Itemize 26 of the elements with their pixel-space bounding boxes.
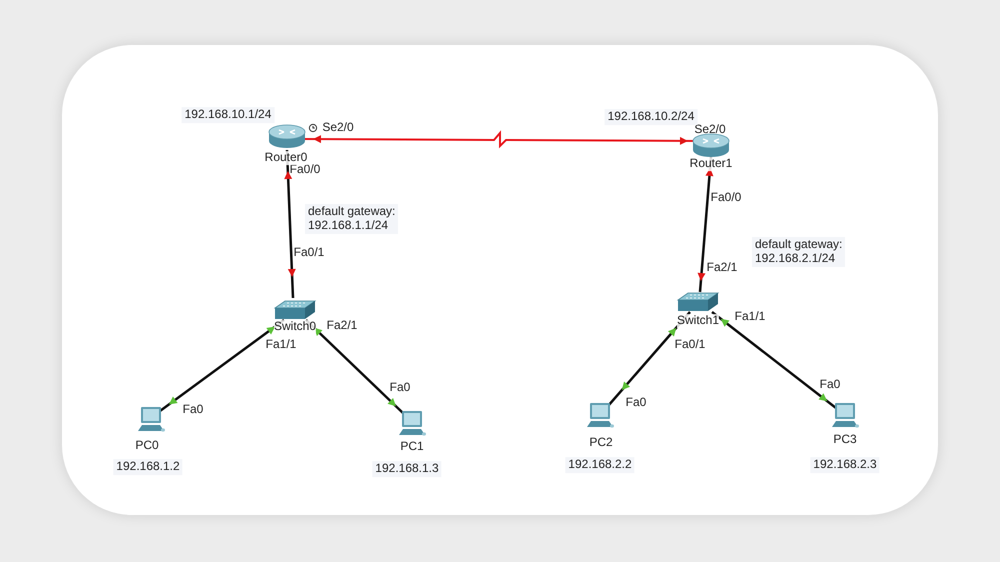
port-label: Fa0 [182,403,204,417]
ip-address-label: 192.168.10.1/24 [182,107,274,123]
device-label: Switch1 [676,314,720,328]
port-label: Fa0 [390,381,410,395]
port-label: Fa2/1 [706,261,738,275]
ip-address-label: 192.168.2.2 [565,457,635,473]
port-label: Fa2/1 [326,319,358,333]
device-label: Switch0 [274,320,316,334]
port-label: Fa0/1 [294,246,324,260]
port-label: Fa0/0 [710,191,742,205]
gateway-note: default gateway: 192.168.1.1/24 [305,204,398,234]
ip-address-label: 192.168.1.2 [113,459,183,475]
ip-address-label: 192.168.10.2/24 [604,109,698,125]
port-label: Fa0 [626,396,646,410]
gateway-note: default gateway: 192.168.2.1/24 [752,237,846,267]
port-label: Se2/0 [694,123,726,137]
port-label: Fa0/0 [290,163,320,177]
port-label: Fa0 [820,378,840,392]
device-label: Router0 [264,151,308,165]
port-label: Fa0/1 [674,338,706,352]
port-label: Se2/0 [322,121,354,135]
ip-address-label: 192.168.1.3 [372,461,442,477]
ip-address-label: 192.168.2.3 [810,457,880,473]
port-label: Fa1/1 [266,338,296,352]
device-label: Router1 [690,157,732,171]
port-label: Fa1/1 [734,310,766,324]
